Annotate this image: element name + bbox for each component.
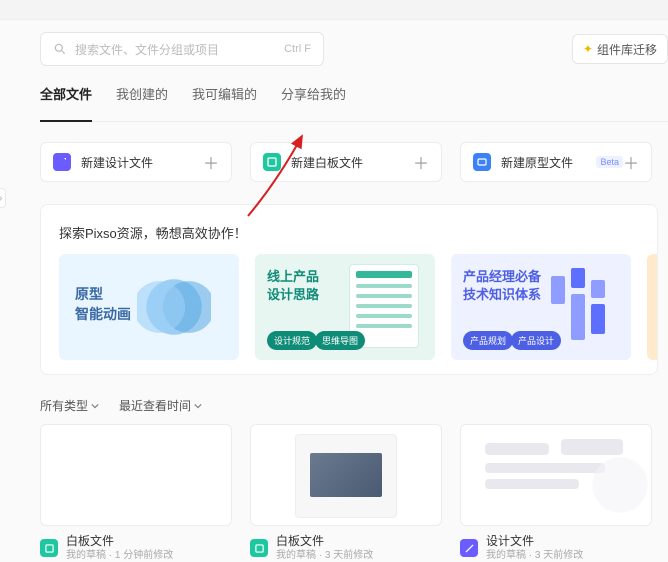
- component-library-migrate-button[interactable]: ✦ 组件库迁移: [572, 34, 668, 64]
- create-whiteboard-label: 新建白板文件: [291, 154, 413, 171]
- chevron-down-icon: [194, 402, 202, 410]
- search-placeholder: 搜索文件、文件分组或项目: [75, 41, 284, 58]
- create-whiteboard-file[interactable]: 新建白板文件 ＋: [250, 142, 442, 182]
- tab-shared[interactable]: 分享给我的: [281, 84, 346, 111]
- migrate-label: 组件库迁移: [597, 41, 657, 58]
- blob-icon: [137, 270, 211, 344]
- plus-icon: ＋: [413, 150, 429, 174]
- plus-icon: ＋: [203, 150, 219, 174]
- design-file-icon: [460, 539, 478, 557]
- watermark-icon: [580, 445, 660, 525]
- file-item[interactable]: 白板文件 我的草稿 · 1 分钟前修改: [40, 424, 232, 562]
- resource-card-pm-knowledge[interactable]: 产品经理必备技术知识体系 产品规划 产品设计: [451, 254, 631, 360]
- filter-type[interactable]: 所有类型: [40, 397, 99, 414]
- whiteboard-file-icon: [40, 539, 58, 557]
- file-subtitle: 我的草稿 · 1 分钟前修改: [66, 549, 173, 562]
- bars-illustration: [551, 268, 617, 346]
- plus-icon: ＋: [623, 150, 639, 174]
- banner-title: 探索Pixso资源，畅想高效协作！: [59, 223, 657, 242]
- create-prototype-label: 新建原型文件: [501, 154, 592, 171]
- create-prototype-file[interactable]: 新建原型文件 Beta ＋: [460, 142, 652, 182]
- tag: 产品设计: [511, 331, 561, 350]
- file-name: 白板文件: [276, 534, 373, 549]
- tab-created-by-me[interactable]: 我创建的: [116, 84, 168, 111]
- prototype-file-icon: [473, 153, 491, 171]
- resource-card-design-thinking[interactable]: 线上产品设计思路 设计规范 思维导图: [255, 254, 435, 360]
- whiteboard-file-icon: [263, 153, 281, 171]
- tab-editable[interactable]: 我可编辑的: [192, 84, 257, 111]
- design-file-icon: [53, 153, 71, 171]
- resource-card-more[interactable]: [647, 254, 657, 360]
- create-design-label: 新建设计文件: [81, 154, 203, 171]
- file-tabs: 全部文件 我创建的 我可编辑的 分享给我的: [40, 66, 668, 122]
- file-subtitle: 我的草稿 · 3 天前修改: [276, 549, 373, 562]
- tab-all-files[interactable]: 全部文件: [40, 84, 92, 122]
- filter-sort[interactable]: 最近查看时间: [119, 397, 202, 414]
- file-thumbnail: [40, 424, 232, 526]
- tag: 产品规划: [463, 331, 513, 350]
- search-input[interactable]: 搜索文件、文件分组或项目 Ctrl F: [40, 32, 324, 66]
- resource-banner: 探索Pixso资源，畅想高效协作！ 原型智能动画 线上产品设计思路 设计规范 思…: [40, 204, 658, 375]
- tag: 设计规范: [267, 331, 317, 350]
- sidebar-collapse-toggle[interactable]: [0, 188, 6, 208]
- file-name: 白板文件: [66, 534, 173, 549]
- search-shortcut: Ctrl F: [284, 43, 311, 55]
- top-bar: [0, 0, 668, 20]
- beta-badge: Beta: [596, 156, 623, 168]
- file-thumbnail: [250, 424, 442, 526]
- resource-card-prototype-animation[interactable]: 原型智能动画: [59, 254, 239, 360]
- chevron-down-icon: [91, 402, 99, 410]
- search-icon: [53, 42, 67, 56]
- sparkle-icon: ✦: [583, 42, 593, 56]
- file-item[interactable]: 白板文件 我的草稿 · 3 天前修改: [250, 424, 442, 562]
- file-name: 设计文件: [486, 534, 583, 549]
- whiteboard-file-icon: [250, 539, 268, 557]
- tag: 思维导图: [315, 331, 365, 350]
- create-design-file[interactable]: 新建设计文件 ＋: [40, 142, 232, 182]
- file-subtitle: 我的草稿 · 3 天前修改: [486, 549, 583, 562]
